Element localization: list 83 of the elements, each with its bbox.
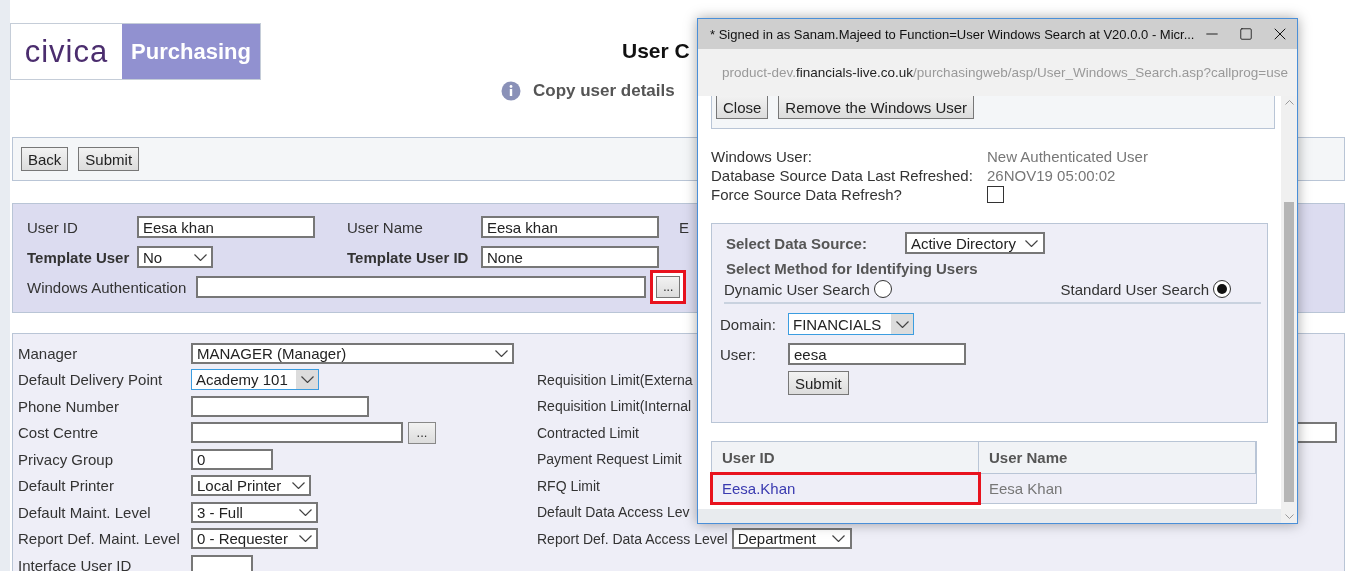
maximize-icon[interactable]	[1238, 27, 1253, 41]
field-label: RFQ Limit	[537, 477, 600, 494]
field-label: User:	[720, 345, 757, 363]
lookup-button[interactable]: ...	[408, 421, 436, 444]
select-field[interactable]: FINANCIALS	[788, 313, 914, 335]
field-label: Default Maint. Level	[18, 503, 151, 521]
field-label: Template User	[27, 248, 130, 266]
field-label: Windows Authentication	[27, 278, 187, 296]
select-field[interactable]: Local Printer	[191, 475, 311, 497]
field-label: Select Data Source:	[726, 234, 867, 252]
select-field[interactable]: 0 - Requester	[191, 528, 318, 550]
field-label: Manager	[18, 344, 78, 362]
chevron-down-icon	[300, 376, 314, 384]
chevron-down-icon	[1025, 239, 1039, 247]
detail-label: Force Source Data Refresh?	[711, 185, 902, 204]
info-text: Copy user details	[533, 81, 675, 101]
chevron-down-icon	[193, 253, 207, 261]
toolbar-button[interactable]: Submit	[78, 147, 140, 171]
input-field[interactable]: Eesa khan	[137, 216, 315, 238]
chevron-down-icon	[298, 535, 312, 543]
scroll-up-icon[interactable]	[1284, 100, 1294, 105]
select-field[interactable]: Academy 101	[191, 369, 319, 391]
field-label: Phone Number	[18, 397, 119, 415]
field-label: Template User ID	[347, 248, 469, 266]
select-field[interactable]: 3 - Full	[191, 501, 318, 523]
checkbox[interactable]	[987, 186, 1004, 203]
radio-button[interactable]	[873, 280, 892, 298]
field-label: E	[679, 218, 689, 236]
field-label: Contracted Limit	[537, 424, 639, 441]
field-label: Default Printer	[18, 477, 114, 495]
input-field[interactable]	[191, 395, 369, 417]
column-header: User Name	[979, 442, 1256, 474]
scroll-down-icon[interactable]	[1284, 514, 1294, 519]
chevron-down-icon	[895, 320, 909, 328]
input-field[interactable]: Eesa khan	[481, 216, 659, 238]
info-icon	[501, 81, 521, 101]
chevron-down-icon	[291, 482, 305, 490]
field-label: Requisition Limit(Internal	[537, 398, 692, 415]
scrollbar[interactable]	[1281, 96, 1297, 523]
select-field[interactable]: MANAGER (Manager)	[191, 342, 514, 364]
radio-label: Standard User Search	[1060, 280, 1209, 298]
field-label: Report Def. Data Access Level	[537, 530, 728, 547]
radio-button[interactable]	[1213, 280, 1231, 298]
select-field[interactable]: Department	[731, 528, 852, 550]
detail-label: Database Source Data Last Refreshed:	[711, 166, 973, 185]
select-field[interactable]: No	[137, 246, 213, 268]
submit-button[interactable]: Submit	[788, 371, 849, 395]
field-label: Default Data Access Lev	[537, 504, 690, 521]
user-id-link[interactable]: Eesa.Khan	[712, 474, 979, 503]
detail-value: New Authenticated User	[987, 147, 1149, 166]
input-field[interactable]	[191, 422, 403, 444]
address-text: product-dev.financials-live.co.uk/purchasingweb/asp/User_Windows_Search.asp?callprog=use	[722, 65, 1288, 80]
input-field[interactable]	[191, 554, 253, 571]
input-field[interactable]: 0	[191, 448, 273, 470]
detail-label: Windows User:	[711, 147, 812, 166]
chevron-down-icon	[832, 535, 846, 543]
popup-button[interactable]: Remove the Windows User	[778, 96, 975, 119]
field-label: Report Def. Maint. Level	[18, 530, 180, 548]
field-label: Payment Request Limit	[537, 451, 682, 468]
detail-value: 26NOV19 05:00:02	[987, 166, 1117, 185]
field-label: Interface User ID	[18, 556, 132, 571]
field-label: Requisition Limit(Externa	[537, 371, 693, 388]
page-title: User C	[622, 39, 690, 63]
table-cell: Eesa Khan	[979, 474, 1256, 503]
window-title: * Signed in as Sanam.Majeed to Function=User Windows Search at V20.0.0 - Micr...	[710, 26, 1195, 42]
toolbar-button[interactable]: Back	[21, 147, 69, 171]
input-field[interactable]: eesa	[788, 343, 966, 365]
field-label: Default Delivery Point	[18, 371, 163, 389]
chevron-down-icon	[494, 349, 508, 357]
field-label: User Name	[347, 218, 423, 236]
input-field[interactable]	[196, 276, 647, 298]
field-label: Privacy Group	[18, 450, 114, 468]
popup-button[interactable]: Close	[716, 96, 769, 119]
radio-label: Dynamic User Search	[724, 280, 870, 298]
field-label: User ID	[27, 218, 78, 236]
chevron-down-icon	[298, 508, 312, 516]
input-field[interactable]: None	[481, 246, 659, 268]
column-header: User ID	[712, 442, 979, 474]
select-field[interactable]: Active Directory	[904, 232, 1045, 254]
field-label: Domain:	[720, 315, 777, 333]
logo: civica Purchasing	[10, 23, 261, 80]
section-heading: Select Method for Identifying Users	[726, 260, 979, 277]
field-label: Cost Centre	[18, 424, 99, 442]
